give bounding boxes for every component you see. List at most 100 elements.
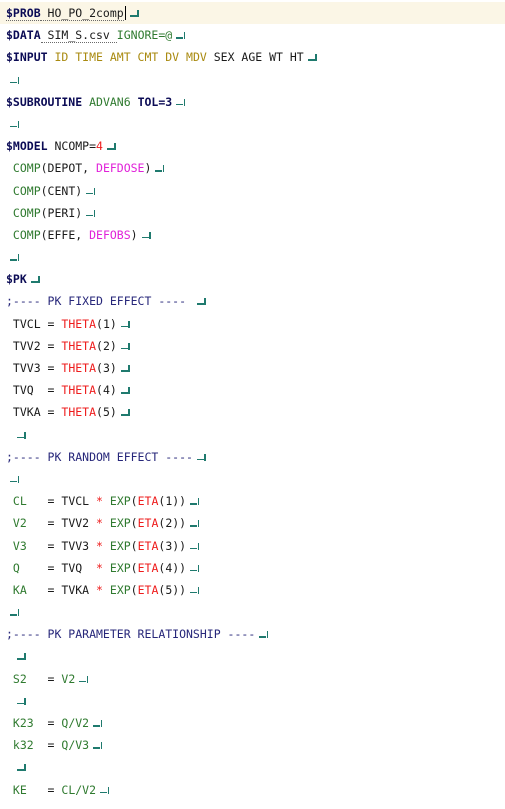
code-line[interactable]: TVQ = THETA(4) [0,379,505,401]
line-end-icon [78,675,89,686]
code-line[interactable]: COMP(EFFE, DEFOBS) [0,224,505,246]
code-token: Q [6,560,20,575]
code-token: THETA [61,316,97,331]
code-line[interactable]: V2 = TVV2 * EXP(ETA(2)) [0,512,505,534]
code-token: (2)) [158,516,187,531]
code-token: KE [6,782,27,797]
code-token: Q/V2 [61,716,90,730]
code-token: ETA [137,494,159,509]
code-line[interactable]: ;---- PK FIXED EFFECT ---- [0,290,505,312]
code-token: k32 [6,738,34,753]
line-end-icon [175,98,186,109]
code-line[interactable] [0,424,505,446]
code-editor[interactable]: $PROB HO_PO_2comp $DATA SIM_S.csv IGNORE=… [0,0,505,809]
code-token: COMP [6,161,41,176]
code-token: EXP [102,516,131,531]
code-token: = TVKA [26,582,97,597]
code-token: CL/V2 [61,782,97,797]
code-line[interactable]: TVCL = THETA(1) [0,313,505,335]
code-line[interactable]: $SUBROUTINE ADVAN6 TOL=3 [0,91,505,113]
line-end-icon [189,497,200,508]
code-token: EXP [102,582,131,597]
line-end-icon [307,53,318,64]
code-line[interactable] [0,645,505,667]
code-line[interactable]: S2 = V2 [0,668,505,690]
code-token: = TVQ [19,560,97,575]
line-end-icon [99,786,110,797]
line-end-icon [16,697,27,708]
code-token: COMP [6,205,41,220]
code-token: TVQ = [6,383,62,398]
line-end-icon [196,297,207,308]
code-token: (2) [96,338,117,353]
line-end-icon [175,31,186,42]
code-line[interactable] [0,690,505,712]
line-end-icon [120,320,131,331]
code-token: V2 [6,516,27,531]
code-token: (5)) [158,582,187,597]
code-line[interactable]: KE = CL/V2 [0,779,505,801]
code-token: THETA [61,383,97,398]
code-line[interactable]: CL = TVCL * EXP(ETA(1)) [0,490,505,512]
code-line[interactable]: TVV3 = THETA(3) [0,357,505,379]
code-token: V3 [6,538,27,553]
code-token: ETA [137,582,159,597]
code-line[interactable]: Q = TVQ * EXP(ETA(4)) [0,557,505,579]
code-token: = [33,738,62,753]
code-token: IGNORE=@ [116,28,173,43]
code-line[interactable]: COMP(CENT) [0,180,505,202]
code-line[interactable]: COMP(PERI) [0,202,505,224]
code-token: ( [130,560,138,575]
code-token: $MODEL [6,139,48,154]
code-line[interactable] [0,246,505,268]
line-end-icon [30,275,41,286]
code-token: ADVAN6 [82,94,138,109]
code-token: (3) [96,361,117,375]
code-token: ) [130,227,138,242]
code-line[interactable]: $PK [0,268,505,290]
code-token: = [26,782,62,797]
code-line[interactable]: k32 = Q/V3 [0,734,505,756]
code-token: = TVV2 [26,516,97,531]
code-line[interactable]: $PROB HO_PO_2comp [0,2,505,25]
code-line[interactable]: $MODEL NCOMP=4 [0,135,505,157]
code-line[interactable] [0,756,505,778]
code-token: Q/V3 [61,738,90,753]
code-token: S2 [6,671,27,686]
code-token: (PERI) [40,205,83,220]
code-line[interactable] [0,601,505,623]
line-end-icon [196,453,207,464]
line-end-icon [16,431,27,442]
code-line[interactable] [0,113,505,135]
code-line[interactable]: TVV2 = THETA(2) [0,335,505,357]
code-token: K23 [6,716,34,730]
code-line[interactable] [0,69,505,91]
code-line[interactable]: ;---- PK PARAMETER RELATIONSHIP ---- [0,623,505,645]
code-line[interactable] [0,468,505,490]
code-token: V2 [61,671,76,686]
code-token: * [96,516,103,531]
code-line[interactable]: $INPUT ID TIME AMT CMT DV MDV SEX AGE WT… [0,46,505,68]
line-end-icon [9,120,20,131]
code-token: EXP [102,560,131,575]
code-line[interactable]: K23 = Q/V2 [0,712,505,734]
code-token: 4 [96,139,103,154]
code-line[interactable]: $DATA SIM_S.csv IGNORE=@ [0,24,505,46]
line-end-icon [120,342,131,353]
code-token: (4)) [158,560,187,575]
line-end-icon [9,253,20,264]
code-token: TVV2 = [6,338,62,353]
code-line[interactable]: TVKA = THETA(5) [0,401,505,423]
code-token: THETA [61,405,97,420]
code-line[interactable]: KA = TVKA * EXP(ETA(5)) [0,579,505,601]
code-line[interactable]: COMP(DEPOT, DEFDOSE) [0,157,505,179]
line-end-icon [189,564,200,575]
code-token: THETA [61,338,97,353]
code-token: ( [130,516,138,531]
line-end-icon [154,164,165,175]
code-token: SEX AGE WT HT [206,50,304,65]
code-line[interactable]: ;---- PK RANDOM EFFECT ---- [0,446,505,468]
code-line[interactable]: V3 = TVV3 * EXP(ETA(3)) [0,535,505,557]
